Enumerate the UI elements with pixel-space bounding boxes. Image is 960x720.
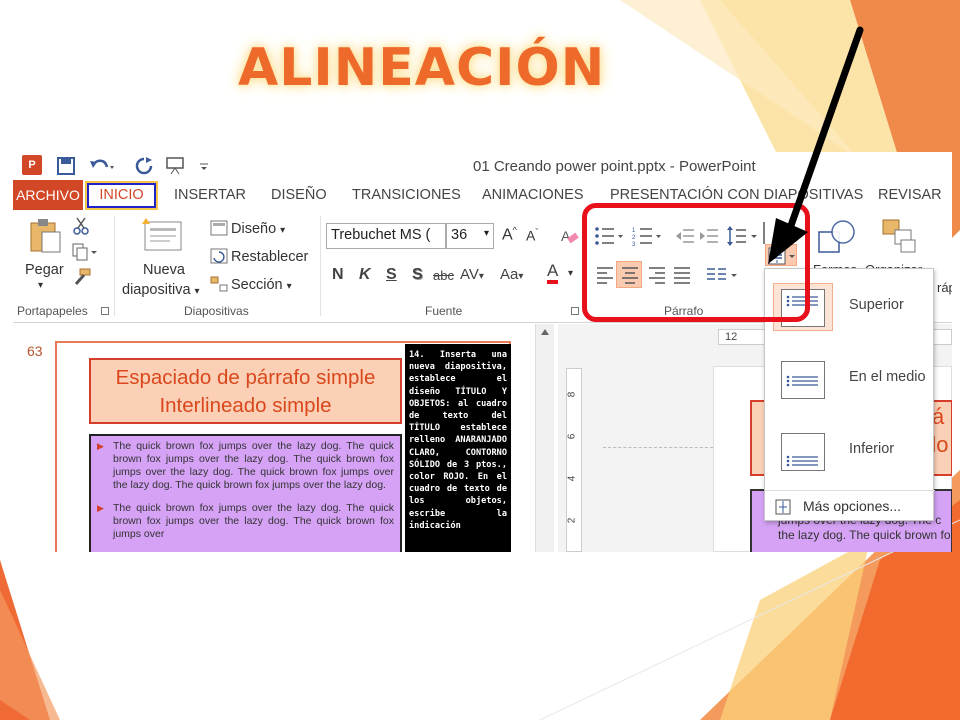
align-bottom-icon: [773, 427, 833, 475]
font-color-dropdown-icon[interactable]: ▾: [568, 268, 573, 279]
ruler-mark: 8: [566, 391, 578, 398]
thumbnail-scrollbar[interactable]: [535, 324, 554, 552]
grow-font-button[interactable]: A^: [502, 225, 517, 244]
body-text-line: the lazy dog. The quick brown fo: [778, 528, 951, 542]
tab-diseno[interactable]: DISEÑO: [271, 187, 327, 203]
menu-separator: [765, 490, 935, 491]
group-label-clipboard: Portapapeles: [17, 304, 88, 318]
redo-icon[interactable]: [135, 156, 153, 176]
tab-animaciones[interactable]: ANIMACIONES: [482, 187, 584, 203]
underline-button[interactable]: S: [386, 266, 397, 284]
powerpoint-logo-icon: P: [22, 155, 42, 175]
presentation-icon[interactable]: [165, 156, 187, 176]
align-middle-icon: [773, 355, 833, 403]
arrange-icon[interactable]: [881, 218, 917, 254]
menu-item-medio[interactable]: En el medio: [765, 345, 935, 415]
thumbnail-body: The quick brown fox jumps over the lazy …: [89, 434, 402, 552]
more-options-icon: [775, 499, 791, 515]
layout-icon: [210, 220, 228, 236]
annotation-arrow-icon: [768, 26, 864, 264]
slide-title: ALINEACIÓN: [238, 38, 606, 98]
thumbnail-paragraph: The quick brown fox jumps over the lazy …: [97, 502, 394, 541]
menu-label-medio: En el medio: [849, 369, 926, 385]
font-color-button[interactable]: A: [547, 262, 559, 284]
thumbnail-instructions: 14. Inserta una nueva diapositiva, estab…: [405, 344, 511, 552]
strikethrough-button[interactable]: abc: [433, 268, 454, 283]
char-spacing-button[interactable]: AV▾: [460, 266, 484, 283]
ruler-mark: 12: [725, 331, 738, 343]
bold-button[interactable]: N: [332, 266, 344, 284]
paste-dropdown-icon[interactable]: ▾: [38, 280, 43, 291]
tab-archivo[interactable]: ARCHIVO: [13, 180, 83, 210]
reset-label: Restablecer: [231, 249, 309, 265]
thumbnail-title-line-1: Espaciado de párrafo simple: [115, 366, 376, 389]
new-slide-icon: [142, 218, 182, 251]
font-dialog-launcher-icon[interactable]: [571, 307, 579, 315]
thumbnail-title: Espaciado de párrafo simple Interlineado…: [89, 358, 402, 424]
ribbon-separator: [114, 216, 115, 316]
section-label: Sección: [231, 277, 283, 293]
slide-thumbnail-pane: 63 Espaciado de párrafo simple Interline…: [13, 324, 554, 552]
customize-toolbar-icon[interactable]: [199, 156, 209, 176]
group-label-font: Fuente: [425, 304, 463, 318]
ruler-mark: 2: [566, 517, 578, 524]
section-button[interactable]: Sección ▾: [210, 276, 292, 293]
italic-button[interactable]: K: [359, 266, 371, 284]
more-options-item[interactable]: Más opciones...: [803, 498, 901, 514]
ribbon-separator: [320, 216, 321, 316]
new-slide-dropdown-icon[interactable]: ▾: [195, 286, 200, 297]
clear-format-icon[interactable]: A: [559, 226, 579, 246]
new-slide-label-1[interactable]: Nueva: [143, 262, 185, 278]
change-case-button[interactable]: Aa▾: [500, 266, 523, 283]
layout-button[interactable]: Diseño ▾: [210, 220, 285, 237]
group-label-slides: Diapositivas: [184, 304, 249, 318]
font-size-dropdown-icon[interactable]: ▾: [484, 228, 489, 239]
ruler-mark: 4: [566, 475, 578, 482]
ruler-mark: 6: [566, 433, 578, 440]
undo-icon[interactable]: [89, 156, 115, 176]
dialog-launcher-icon[interactable]: [101, 307, 109, 315]
change-case-label: Aa: [500, 266, 519, 283]
shadow-button[interactable]: S: [412, 266, 423, 284]
section-dropdown-icon: ▾: [286, 281, 292, 292]
font-name-field[interactable]: Trebuchet MS (: [326, 223, 446, 249]
thumbnail-paragraph: The quick brown fox jumps over the lazy …: [97, 440, 394, 492]
menu-label-superior: Superior: [849, 297, 904, 313]
shrink-font-button[interactable]: Aˇ: [526, 227, 538, 244]
bg-shape-left-2: [0, 590, 60, 720]
tab-transiciones[interactable]: TRANSICIONES: [352, 187, 461, 203]
new-slide-label-2-text: diapositiva: [122, 282, 191, 298]
reset-icon: [210, 248, 228, 264]
reset-button[interactable]: Restablecer: [210, 248, 308, 265]
paste-button[interactable]: Pegar: [25, 262, 64, 278]
char-spacing-label: AV: [460, 266, 479, 283]
new-slide-label-2[interactable]: diapositiva ▾: [122, 282, 200, 298]
slide-thumbnail[interactable]: Espaciado de párrafo simple Interlineado…: [55, 341, 511, 552]
slide-number: 63: [27, 343, 43, 359]
tab-inicio[interactable]: INICIO: [85, 181, 158, 210]
paste-icon: [30, 219, 61, 253]
save-icon[interactable]: [57, 156, 75, 176]
vertical-ruler: 8 6 4 2: [566, 368, 582, 552]
layout-dropdown-icon: ▾: [280, 225, 286, 236]
tab-insertar[interactable]: INSERTAR: [174, 187, 246, 203]
font-size-field[interactable]: 36 ▾: [446, 223, 494, 249]
format-painter-icon[interactable]: [72, 268, 92, 286]
window-title: 01 Creando power point.pptx - PowerPoint: [473, 158, 756, 175]
menu-item-inferior[interactable]: Inferior: [765, 417, 935, 487]
tab-revisar[interactable]: REVISAR: [878, 187, 942, 203]
menu-label-inferior: Inferior: [849, 441, 895, 457]
thumbnail-title-line-2: Interlineado simple: [159, 394, 332, 417]
font-size-value: 36: [451, 227, 468, 243]
scroll-up-icon[interactable]: [540, 328, 550, 336]
cut-icon[interactable]: [72, 217, 90, 235]
layout-label: Diseño: [231, 221, 277, 237]
quick-styles-label[interactable]: rápi: [937, 280, 952, 295]
guide-line: [603, 447, 713, 448]
section-icon: [210, 276, 228, 292]
copy-icon[interactable]: [72, 243, 98, 261]
char-spacing-dropdown-icon: ▾: [478, 271, 484, 282]
change-case-dropdown-icon: ▾: [518, 271, 524, 282]
